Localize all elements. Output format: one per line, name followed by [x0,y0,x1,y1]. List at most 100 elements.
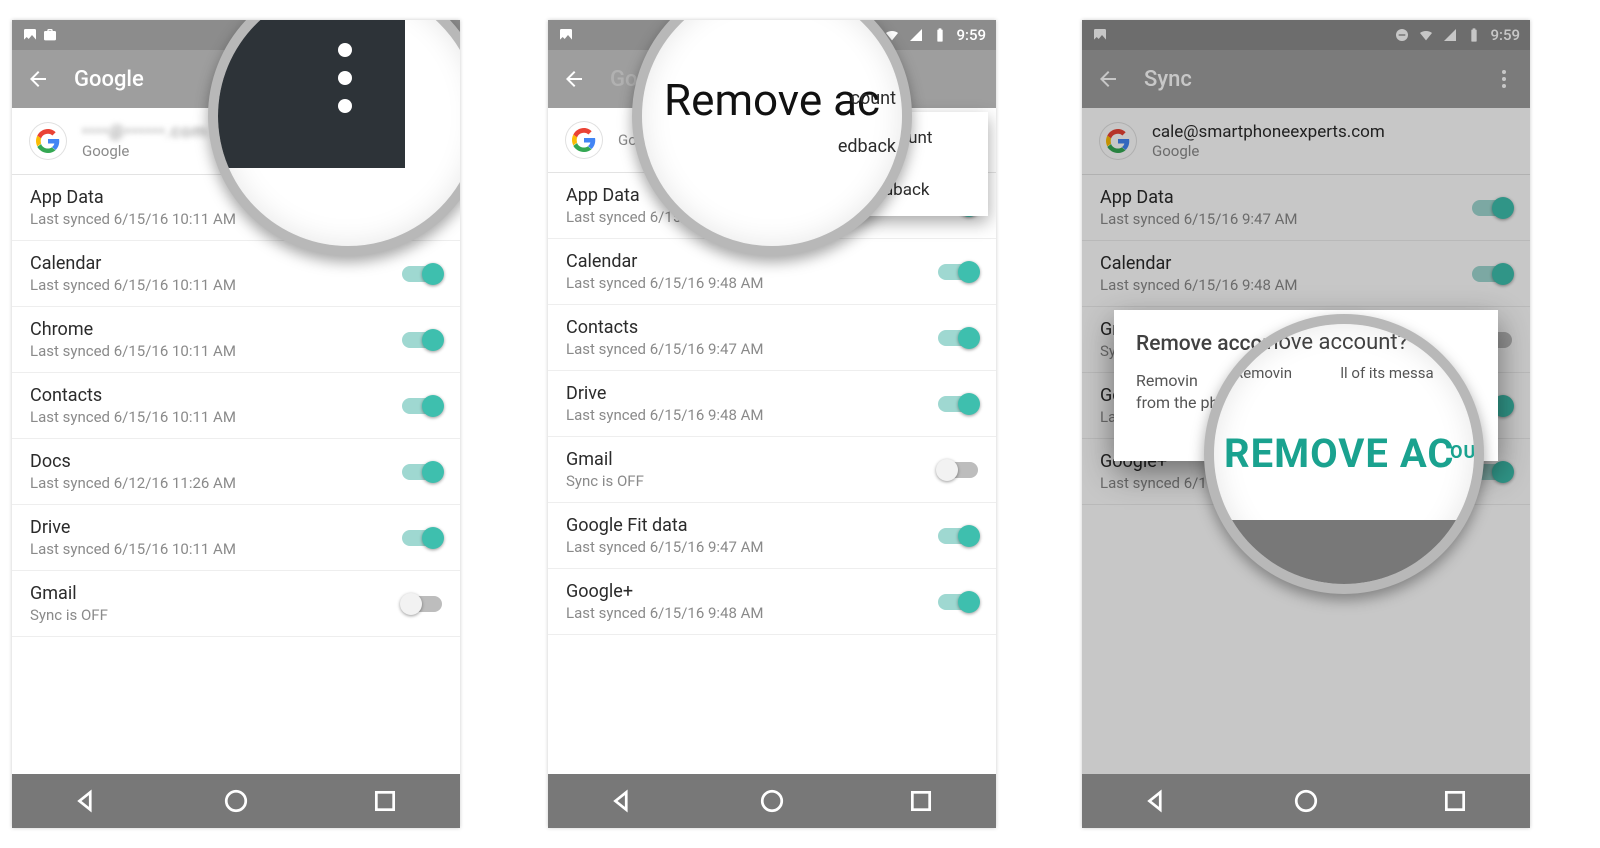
magnifier: Remove ac count edback [632,20,912,256]
sync-item-name: Gmail [566,449,644,470]
back-icon[interactable] [562,67,586,91]
account-provider: Google [1152,142,1385,160]
phone-3: 9:59 Sync cale@smartphoneexperts.com Goo… [1082,20,1530,828]
sync-item-name: Google+ [566,581,764,602]
magnifier [208,20,460,256]
google-logo-icon [566,122,602,158]
battery-icon [932,27,948,43]
sync-item-name: Calendar [30,253,236,274]
sync-item-name: Contacts [566,317,764,338]
wifi-icon [1418,27,1434,43]
menu-text-fragment: count [851,88,896,109]
sync-item[interactable]: ContactsLast synced 6/15/16 10:11 AM [12,373,460,439]
nav-back-icon[interactable] [1144,788,1170,814]
nav-home-icon[interactable] [1293,788,1319,814]
account-email: ••••@••••••.com [82,122,208,142]
sync-item[interactable]: CalendarLast synced 6/15/16 9:48 AM [1082,241,1530,307]
sync-item-name: Gmail [30,583,108,604]
sync-item-name: Google Fit data [566,515,764,536]
menu-text-fragment: edback [838,136,896,157]
sync-item-name: App Data [1100,187,1298,208]
sync-toggle[interactable] [938,396,978,412]
overflow-menu-icon[interactable] [1492,67,1516,91]
signal-icon [1442,27,1458,43]
sync-item-sub: Last synced 6/15/16 9:48 AM [566,406,764,424]
magnified-menu-text[interactable]: Remove ac [664,74,880,126]
nav-recent-icon[interactable] [908,788,934,814]
sync-item-name: Calendar [1100,253,1298,274]
sync-item[interactable]: Google Fit data Last synced 6/15/16 9:47 … [548,503,996,569]
overflow-menu-icon[interactable] [338,43,352,113]
app-bar: Sync [1082,50,1530,108]
sync-item-sub: Last synced 6/15/16 9:47 AM [566,538,764,556]
sync-toggle[interactable] [402,266,442,282]
back-icon[interactable] [26,67,50,91]
sync-toggle[interactable] [1472,266,1512,282]
account-provider: Google [82,142,208,160]
status-bar: 9:59 [1082,20,1530,50]
phone-2: 9:59 Google Google App DataLast synced 6… [548,20,996,828]
nav-recent-icon[interactable] [372,788,398,814]
sync-item[interactable]: Drive Last synced 6/15/16 10:11 AM [12,505,460,571]
status-clock: 9:59 [1490,26,1520,44]
sync-toggle[interactable] [938,462,978,478]
sync-item[interactable]: CalendarLast synced 6/15/16 10:11 AM [12,241,460,307]
sync-toggle[interactable] [938,264,978,280]
sync-item[interactable]: Chrome Last synced 6/15/16 10:11 AM [12,307,460,373]
sync-toggle[interactable] [1472,200,1512,216]
sync-item-name: Chrome [30,319,236,340]
sync-item[interactable]: Google+ Last synced 6/15/16 9:48 AM [548,569,996,635]
sync-item-sub: Sync is OFF [566,472,644,490]
nav-home-icon[interactable] [759,788,785,814]
sync-item-name: Drive [566,383,764,404]
sync-item-sub: Last synced 6/15/16 10:11 AM [30,342,236,360]
nav-bar [1082,774,1530,828]
google-logo-icon [1100,123,1136,159]
sync-item-sub: Last synced 6/15/16 10:11 AM [30,540,236,558]
nav-back-icon[interactable] [610,788,636,814]
confirm-button-fragment: OUNT [1450,442,1484,463]
sync-item-sub: Last synced 6/15/16 9:47 AM [1100,210,1298,228]
sync-toggle[interactable] [402,596,442,612]
dnd-icon [1394,27,1410,43]
sync-item-name: App Data [30,187,236,208]
sync-item-sub: Last synced 6/15/16 9:48 AM [566,604,764,622]
sync-toggle[interactable] [402,332,442,348]
sync-item-sub: Last synced 6/12/16 11:26 AM [30,474,236,492]
sync-toggle[interactable] [938,330,978,346]
sync-item-sub: Last synced 6/15/16 9:47 AM [566,340,764,358]
nav-bar [12,774,460,828]
magnifier: Remove account? Removin ll of its messa … [1204,314,1484,594]
back-icon[interactable] [1096,67,1120,91]
sync-item[interactable]: Gmail Sync is OFF [12,571,460,637]
magnified-confirm-button[interactable]: REMOVE AC [1224,430,1455,477]
nav-home-icon[interactable] [223,788,249,814]
sync-item-name: Calendar [566,251,764,272]
nav-back-icon[interactable] [74,788,100,814]
sync-item[interactable]: Drive Last synced 6/15/16 9:48 AM [548,371,996,437]
sync-item[interactable]: Contacts Last synced 6/15/16 9:47 AM [548,305,996,371]
sync-toggle[interactable] [402,530,442,546]
battery-icon [1466,27,1482,43]
appbar-title: Sync [1144,67,1192,92]
sync-item-name: Drive [30,517,236,538]
status-clock: 9:59 [956,26,986,44]
dialog-body-fragment: Removin ll of its messa [1234,364,1484,382]
image-icon [22,27,38,43]
nav-bar [548,774,996,828]
sync-toggle[interactable] [938,528,978,544]
sync-item[interactable]: Gmail Sync is OFF [548,437,996,503]
signal-icon [908,27,924,43]
sync-item-sub: Last synced 6/15/16 9:48 AM [566,274,764,292]
nav-recent-icon[interactable] [1442,788,1468,814]
sync-toggle[interactable] [402,398,442,414]
sync-toggle[interactable] [938,594,978,610]
account-row[interactable]: cale@smartphoneexperts.com Google [1082,108,1530,175]
account-email: cale@smartphoneexperts.com [1152,122,1385,142]
sync-item-sub: Sync is OFF [30,606,108,624]
sync-item[interactable]: App Data Last synced 6/15/16 9:47 AM [1082,175,1530,241]
appbar-title: Google [74,67,144,92]
sync-toggle[interactable] [402,464,442,480]
sync-item-sub: Last synced 6/15/16 10:11 AM [30,210,236,228]
sync-item[interactable]: DocsLast synced 6/12/16 11:26 AM [12,439,460,505]
